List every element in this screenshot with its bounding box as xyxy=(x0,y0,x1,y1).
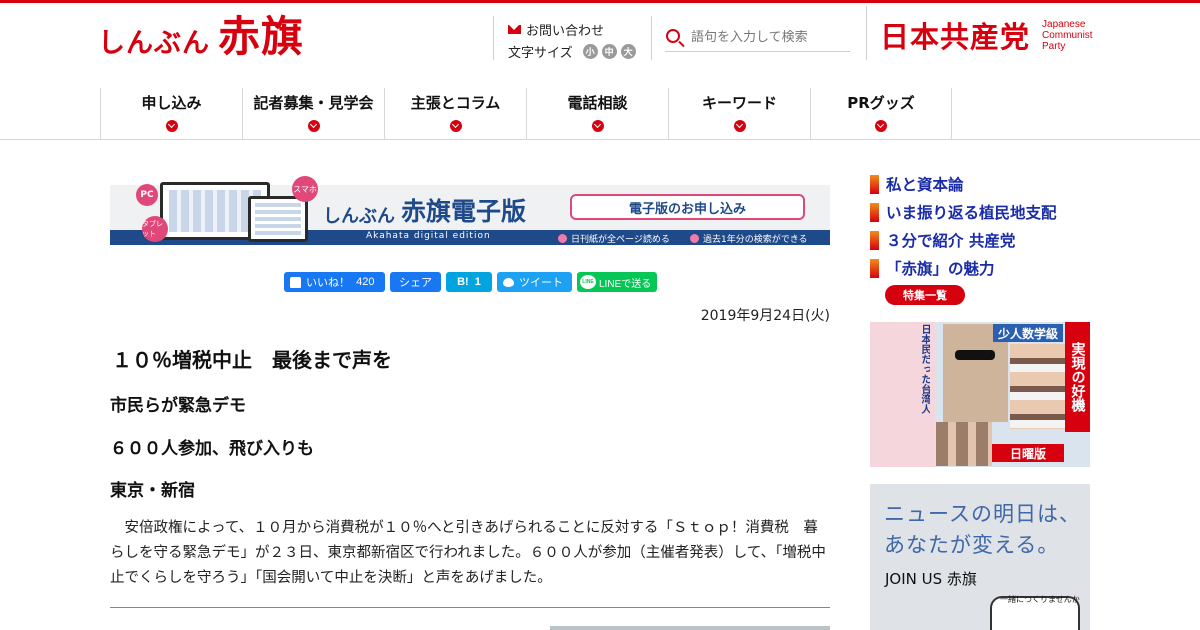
promo-sunday-label: 日曜版 xyxy=(992,444,1064,462)
recruit-ad[interactable]: ニュースの明日は、 あなたが変える。 JOIN US 赤旗 一緒につくりませんか xyxy=(870,484,1090,630)
chevron-down-icon xyxy=(591,120,604,132)
phone-illustration xyxy=(248,196,308,242)
header-divider xyxy=(493,16,494,60)
article-subtitle: 市民らが緊急デモ xyxy=(110,396,246,416)
nav-item-keyword[interactable]: キーワード xyxy=(668,88,810,139)
hatena-count: 1 xyxy=(474,276,481,288)
pc-badge: PC xyxy=(136,184,158,206)
chevron-down-icon xyxy=(875,120,887,132)
banner-subtitle: Akahata digital edition xyxy=(366,231,491,241)
promo-side-text: 実現の好機 xyxy=(1065,322,1090,432)
thumbs-up-icon xyxy=(290,276,301,288)
header-divider xyxy=(866,6,867,60)
promo2-line-1: ニュースの明日は、 xyxy=(884,502,1081,526)
jcp-name-jp: 日本共産党 xyxy=(880,20,1031,54)
logo-small-text: しんぶん xyxy=(98,28,210,59)
feature-list-button[interactable]: 特集一覧 xyxy=(885,285,965,305)
article-subtitle: ６００人参加、飛び入りも xyxy=(110,439,314,459)
facebook-like-button[interactable]: いいね！ 420 xyxy=(284,272,385,292)
feature-links: 私と資本論 いま振り返る植民地支配 ３分で紹介 共産党 「赤旗」の魅力 xyxy=(870,170,1057,282)
share-buttons: いいね！ 420 シェア B! 1 ツイート LINE LINEで送る xyxy=(284,272,662,292)
nav-item-pr-goods[interactable]: PRグッズ xyxy=(810,88,952,139)
article-title: １０％増税中止 最後まで声を xyxy=(112,348,392,372)
font-size-label: 文字サイズ xyxy=(508,46,573,61)
chevron-down-icon xyxy=(307,120,320,132)
sunday-edition-ad[interactable]: 日本民だった台湾人 少人数学級 実現の好機 日曜版 xyxy=(870,322,1090,467)
top-accent-line xyxy=(0,0,1200,3)
logo-big-text: 赤旗 xyxy=(218,12,305,61)
banner-feature: 過去1年分の検索ができる xyxy=(690,232,808,245)
promo-headline: 少人数学級 xyxy=(993,324,1063,342)
tweet-button[interactable]: ツイート xyxy=(497,272,572,292)
promo2-line-2: あなたが変える。 xyxy=(884,533,1060,557)
mail-icon xyxy=(508,25,521,34)
nav-divider xyxy=(0,139,1200,140)
chevron-down-icon xyxy=(165,120,178,132)
nav-item-recruit[interactable]: 記者募集・見学会 xyxy=(242,88,384,139)
phone-badge: スマホ xyxy=(292,176,318,202)
banner-feature: 日刊紙が全ページ読める xyxy=(558,232,670,245)
header-divider xyxy=(651,16,652,60)
jcp-name-en: Japanese Communist Party xyxy=(1042,18,1093,52)
chevron-down-icon xyxy=(733,120,746,132)
search-icon[interactable] xyxy=(665,28,685,48)
article-date: 2019年9月24日(火) xyxy=(700,308,830,324)
nav-label: 電話相談 xyxy=(567,94,628,112)
promo2-join: JOIN US 赤旗 xyxy=(885,570,977,588)
feature-link[interactable]: 「赤旗」の魅力 xyxy=(870,254,1057,282)
hatena-bookmark-button[interactable]: B! 1 xyxy=(446,272,492,292)
promo-vertical-text: 日本民だった台湾人 xyxy=(919,324,930,414)
nav-item-columns[interactable]: 主張とコラム xyxy=(384,88,526,139)
font-size-large-button[interactable]: 大 xyxy=(620,44,636,59)
search-box xyxy=(665,24,850,52)
article-subtitle: 東京・新宿 xyxy=(110,481,195,501)
tablet-badge: タブレット xyxy=(142,216,168,242)
contact-link[interactable]: お問い合わせ xyxy=(508,20,604,39)
chevron-down-icon xyxy=(449,120,462,132)
feature-link[interactable]: 私と資本論 xyxy=(870,170,1057,198)
nav-label: 記者募集・見学会 xyxy=(253,94,374,112)
font-size-medium-button[interactable]: 中 xyxy=(601,44,617,59)
akahata-logo[interactable]: しんぶん 赤旗 xyxy=(98,12,304,64)
line-icon: LINE xyxy=(580,275,596,289)
search-input[interactable] xyxy=(691,30,846,45)
twitter-bird-icon xyxy=(503,277,514,287)
font-size-control: 文字サイズ 小 中 大 xyxy=(508,42,640,61)
article-photo xyxy=(550,626,830,630)
like-count: 420 xyxy=(356,276,375,288)
nav-label: 主張とコラム xyxy=(410,94,501,112)
facebook-share-button[interactable]: シェア xyxy=(390,272,441,292)
promo2-small: 一緒につくりませんか xyxy=(1000,595,1080,604)
article-body: 安倍政権によって、１０月から消費税が１０％へと引きあげられることに反対する「Ｓｔ… xyxy=(110,520,826,586)
banner-title: しんぶん 赤旗電子版 xyxy=(323,197,527,227)
nav-item-apply[interactable]: 申し込み xyxy=(100,88,242,139)
jcp-logo[interactable]: 日本共産党 Japanese Communist Party xyxy=(880,14,1093,56)
contact-label: お問い合わせ xyxy=(526,24,605,39)
digital-apply-button[interactable]: 電子版のお申し込み xyxy=(570,194,805,220)
nav-label: 申し込み xyxy=(141,94,202,112)
feature-link[interactable]: ３分で紹介 共産党 xyxy=(870,226,1057,254)
nav-label: キーワード xyxy=(701,94,777,112)
article-divider xyxy=(110,607,830,608)
feature-link[interactable]: いま振り返る植民地支配 xyxy=(870,198,1057,226)
main-nav: 申し込み 記者募集・見学会 主張とコラム 電話相談 キーワード PRグッズ xyxy=(100,88,952,139)
nav-item-phone-consult[interactable]: 電話相談 xyxy=(526,88,668,139)
font-size-small-button[interactable]: 小 xyxy=(582,44,598,59)
nav-label: PRグッズ xyxy=(847,94,915,112)
line-share-button[interactable]: LINE LINEで送る xyxy=(577,272,657,292)
